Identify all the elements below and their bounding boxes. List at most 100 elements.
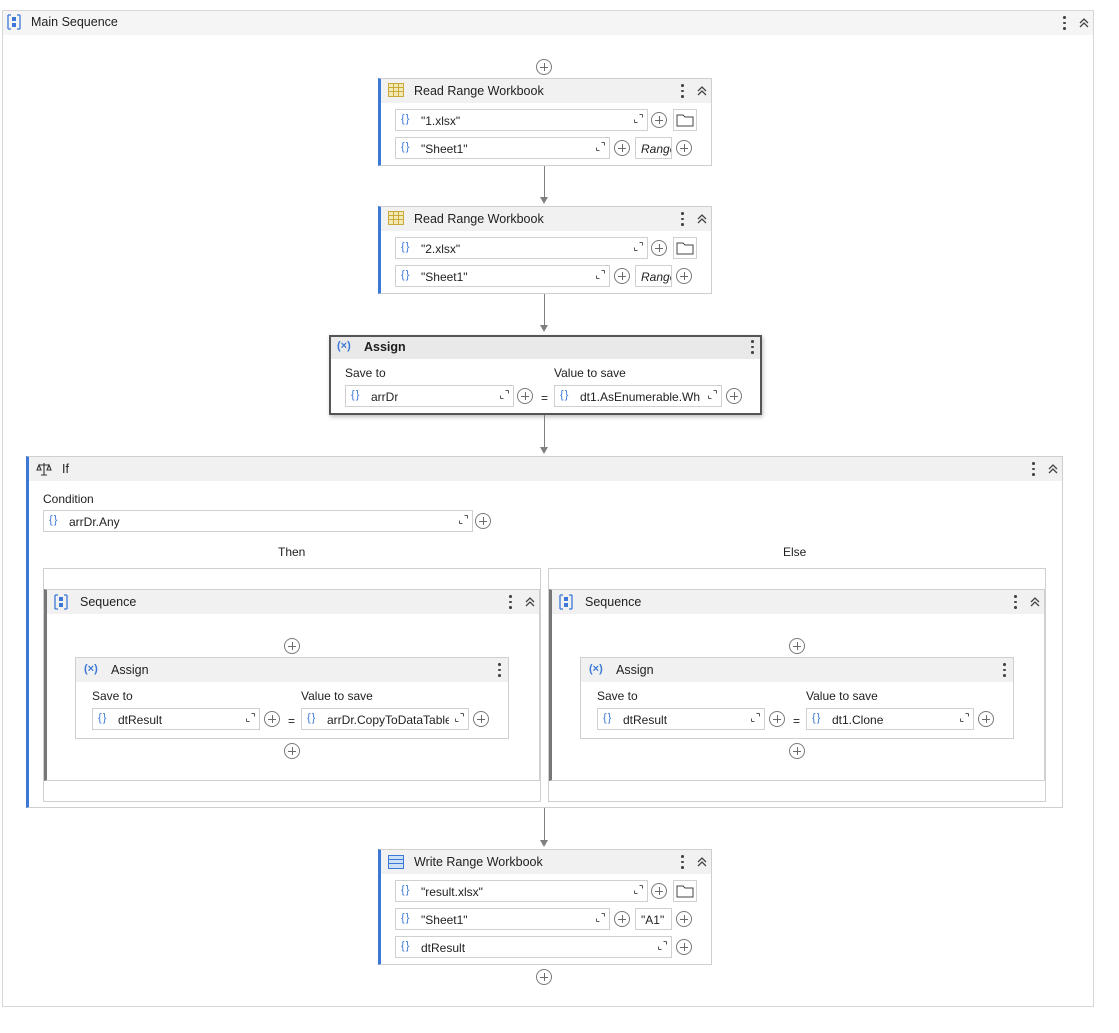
write-range-file-add-icon[interactable]	[651, 883, 667, 899]
then-assign-value-field[interactable]: { } arrDr.CopyToDataTable	[301, 708, 469, 730]
browse-folder-icon[interactable]	[673, 880, 697, 902]
expand-icon[interactable]	[634, 885, 643, 894]
expression-icon: { }	[401, 113, 409, 125]
expand-icon[interactable]	[246, 713, 255, 722]
add-activity-icon[interactable]	[284, 743, 300, 759]
else-assign-to-field[interactable]: { } dtResult	[597, 708, 765, 730]
then-assign-to-add-icon[interactable]	[264, 711, 280, 727]
expand-icon[interactable]	[708, 390, 717, 399]
then-sequence-collapse-icon[interactable]	[523, 595, 537, 609]
assign-main-value-add-icon[interactable]	[726, 388, 742, 404]
read-range-2-range-field[interactable]: Range	[635, 265, 672, 287]
equals-sign: =	[288, 714, 296, 728]
browse-folder-icon[interactable]	[673, 109, 697, 131]
write-range-collapse-icon[interactable]	[695, 855, 709, 869]
read-range-2-collapse-icon[interactable]	[695, 212, 709, 226]
expand-icon[interactable]	[459, 515, 468, 524]
expand-icon[interactable]	[960, 713, 969, 722]
assign-icon: (×)	[337, 340, 351, 352]
then-assign-save-label: Save to	[92, 689, 133, 703]
read-range-1-sheet-add-icon[interactable]	[614, 140, 630, 156]
sequence-icon	[6, 14, 22, 30]
expand-icon[interactable]	[596, 913, 605, 922]
then-assign-value-add-icon[interactable]	[473, 711, 489, 727]
read-range-2-file-add-icon[interactable]	[651, 240, 667, 256]
read-range-2-range-add-icon[interactable]	[676, 268, 692, 284]
connector-arrow	[540, 840, 548, 847]
read-range-1-file-field[interactable]: { } "1.xlsx"	[395, 109, 648, 131]
expand-icon[interactable]	[500, 390, 509, 399]
else-assign-title: Assign	[616, 663, 654, 677]
read-range-1-title: Read Range Workbook	[414, 84, 544, 98]
browse-folder-icon[interactable]	[673, 237, 697, 259]
write-range-file-field[interactable]: { } "result.xlsx"	[395, 880, 648, 902]
then-sequence-menu-icon[interactable]	[507, 594, 513, 610]
expand-icon[interactable]	[751, 713, 760, 722]
read-range-1-collapse-icon[interactable]	[695, 84, 709, 98]
expand-icon[interactable]	[455, 713, 464, 722]
assign-icon: (×)	[589, 663, 603, 675]
expand-icon[interactable]	[634, 114, 643, 123]
write-range-start-field[interactable]: "A1"	[635, 908, 672, 930]
main-sequence-menu-icon[interactable]	[1061, 15, 1067, 31]
connector-arrow	[540, 197, 548, 204]
connector-line	[544, 294, 545, 325]
expand-icon[interactable]	[634, 242, 643, 251]
sequence-icon	[558, 594, 574, 610]
then-assign-to-field[interactable]: { } dtResult	[92, 708, 260, 730]
write-range-table-add-icon[interactable]	[676, 939, 692, 955]
read-range-1-file-add-icon[interactable]	[651, 112, 667, 128]
write-range-table-field[interactable]: { } dtResult	[395, 936, 672, 958]
else-sequence-collapse-icon[interactable]	[1028, 595, 1042, 609]
write-range-sheet-add-icon[interactable]	[614, 911, 630, 927]
assign-main-menu-icon[interactable]	[749, 339, 755, 355]
add-activity-icon[interactable]	[536, 969, 552, 985]
connector-line	[544, 166, 545, 197]
expand-icon[interactable]	[596, 270, 605, 279]
write-range-sheet-field[interactable]: { } "Sheet1"	[395, 908, 610, 930]
add-activity-icon[interactable]	[789, 743, 805, 759]
expand-icon[interactable]	[596, 142, 605, 151]
main-sequence-header[interactable]	[3, 11, 1093, 35]
if-collapse-icon[interactable]	[1046, 462, 1060, 476]
then-assign-value-label: Value to save	[301, 689, 373, 703]
else-assign-value-add-icon[interactable]	[978, 711, 994, 727]
write-range-start-add-icon[interactable]	[676, 911, 692, 927]
read-range-2-menu-icon[interactable]	[679, 211, 685, 227]
add-activity-icon[interactable]	[284, 638, 300, 654]
main-sequence-collapse-icon[interactable]	[1077, 16, 1091, 30]
assign-main-to-field[interactable]: { } arrDr	[345, 385, 514, 407]
if-condition-field[interactable]: { } arrDr.Any	[43, 510, 473, 532]
read-range-2-file-field[interactable]: { } "2.xlsx"	[395, 237, 648, 259]
equals-sign: =	[793, 714, 801, 728]
else-assign-value-field[interactable]: { } dt1.Clone	[806, 708, 974, 730]
connector-arrow	[540, 325, 548, 332]
else-assign-menu-icon[interactable]	[1001, 662, 1007, 678]
read-range-1-menu-icon[interactable]	[679, 83, 685, 99]
then-assign-menu-icon[interactable]	[496, 662, 502, 678]
connector-line	[544, 808, 545, 840]
read-range-1-range-field[interactable]: Range	[635, 137, 672, 159]
then-sequence-title: Sequence	[80, 595, 137, 609]
read-range-2-sheet-add-icon[interactable]	[614, 268, 630, 284]
write-range-menu-icon[interactable]	[679, 854, 685, 870]
add-activity-icon[interactable]	[536, 59, 552, 75]
read-range-1-range-add-icon[interactable]	[676, 140, 692, 156]
if-balance-icon	[36, 461, 52, 477]
assign-main-value-field[interactable]: { } dt1.AsEnumerable.Where(...)	[554, 385, 722, 407]
read-range-2-sheet-field[interactable]: { } "Sheet1"	[395, 265, 610, 287]
expand-icon[interactable]	[658, 941, 667, 950]
add-activity-icon[interactable]	[789, 638, 805, 654]
if-header	[29, 457, 1062, 481]
assign-main-value-label: Value to save	[554, 366, 626, 380]
assign-main-to-add-icon[interactable]	[517, 388, 533, 404]
else-assign-to-add-icon[interactable]	[769, 711, 785, 727]
read-range-1-sheet-field[interactable]: { } "Sheet1"	[395, 137, 610, 159]
connector-line	[544, 415, 545, 447]
else-assign-value-label: Value to save	[806, 689, 878, 703]
if-condition-add-icon[interactable]	[475, 513, 491, 529]
else-sequence-menu-icon[interactable]	[1012, 594, 1018, 610]
then-assign-title: Assign	[111, 663, 149, 677]
if-menu-icon[interactable]	[1030, 461, 1036, 477]
excel-read-icon	[388, 211, 404, 225]
